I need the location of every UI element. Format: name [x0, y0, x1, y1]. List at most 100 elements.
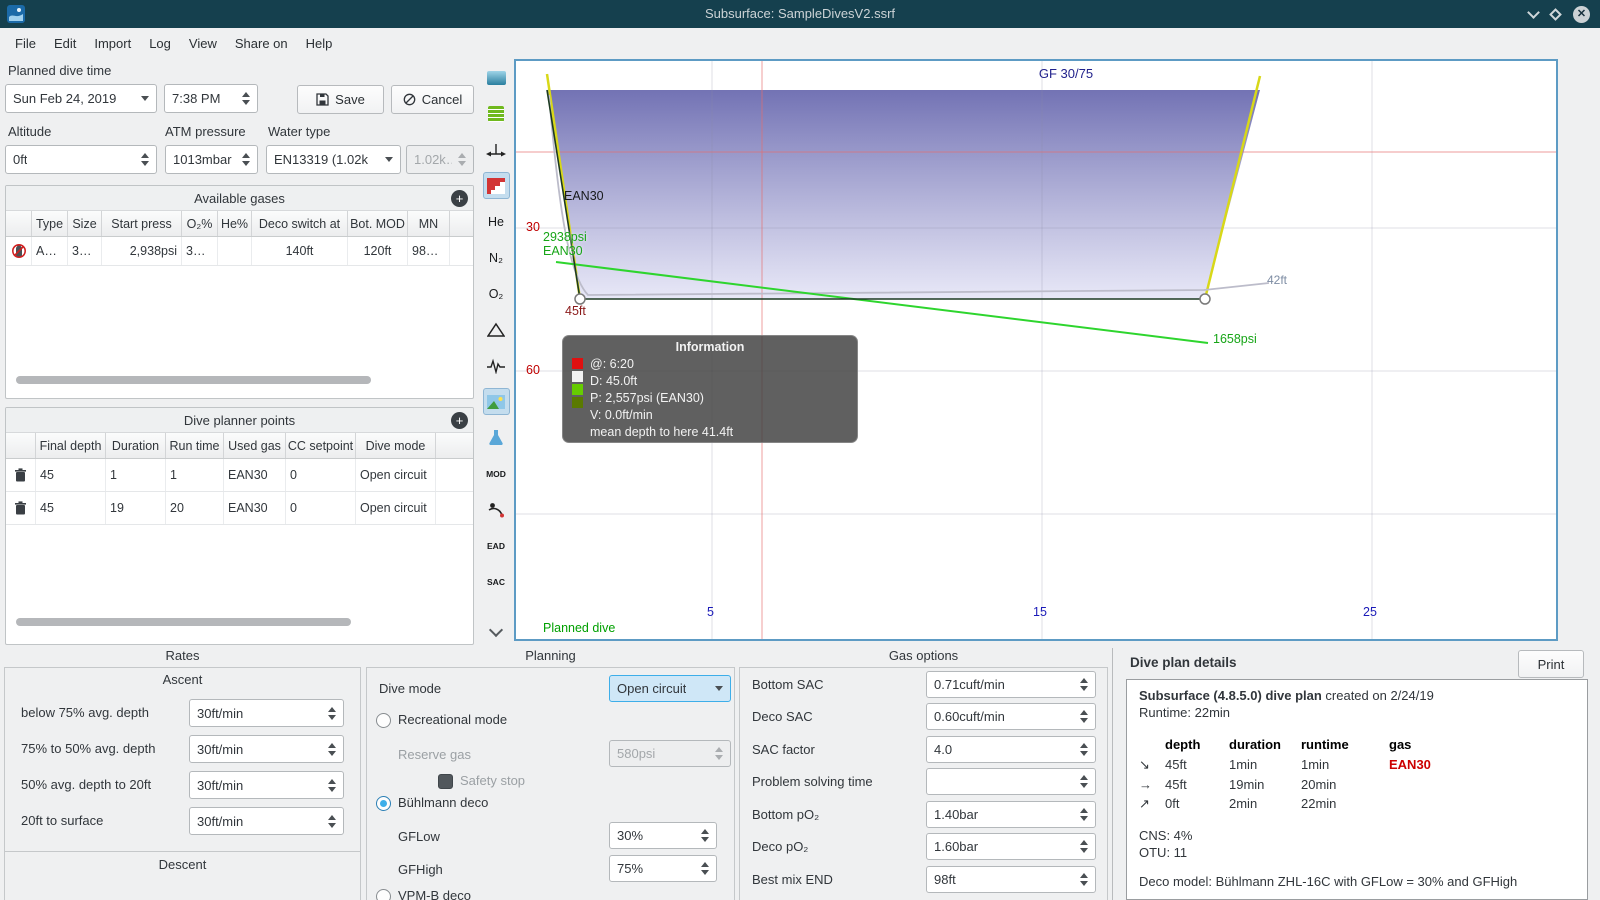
points-col-dive-mode[interactable]: Dive mode — [356, 433, 436, 458]
spin-arrows[interactable] — [1074, 710, 1088, 723]
pp-he-icon[interactable]: He — [483, 208, 510, 235]
menu-share-on[interactable]: Share on — [226, 32, 297, 55]
bottom-sac-spinbox[interactable]: 0.71cuft/min — [926, 671, 1096, 698]
cancel-button[interactable]: Cancel — [391, 85, 474, 114]
safety-stop-checkbox[interactable] — [438, 774, 453, 789]
sac-icon[interactable]: SAC — [483, 568, 510, 595]
maximize-icon[interactable] — [1549, 7, 1562, 21]
spin-arrows[interactable] — [1074, 808, 1088, 821]
planner-handle[interactable] — [574, 293, 586, 305]
points-col-used-gas[interactable]: Used gas — [224, 433, 286, 458]
tissues-icon[interactable] — [483, 424, 510, 451]
menu-view[interactable]: View — [180, 32, 226, 55]
delete-point-icon[interactable] — [6, 492, 36, 524]
planner-point-row[interactable]: 45 19 20 EAN30 0 Open circuit — [6, 492, 473, 525]
gflow-spinbox[interactable]: 30% — [609, 822, 717, 849]
spin-arrows[interactable] — [1074, 840, 1088, 853]
spin-arrows[interactable] — [236, 92, 250, 105]
delete-gas-icon[interactable] — [6, 237, 32, 265]
deco-sac-spinbox[interactable]: 0.60cuft/min — [926, 703, 1096, 730]
sac-factor-spinbox[interactable]: 4.0 — [926, 736, 1096, 763]
spin-arrows[interactable] — [1074, 678, 1088, 691]
spin-arrows[interactable] — [695, 829, 709, 842]
spin-arrows[interactable] — [236, 153, 250, 166]
time-ruler-icon[interactable] — [483, 136, 510, 163]
spin-arrows[interactable] — [322, 778, 336, 792]
menu-log[interactable]: Log — [140, 32, 180, 55]
add-point-button[interactable]: + — [451, 412, 468, 429]
menu-file[interactable]: File — [6, 32, 45, 55]
information-tooltip[interactable]: Information @: 6:20 D: 45.0ft P: 2,557ps… — [562, 335, 858, 443]
mod-icon[interactable]: MOD — [483, 460, 510, 487]
dive-time-spinbox[interactable]: 7:38 PM — [164, 84, 258, 113]
menu-import[interactable]: Import — [85, 32, 140, 55]
planner-point-row[interactable]: 45 1 1 EAN30 0 Open circuit — [6, 459, 473, 492]
planner-handle[interactable] — [1199, 293, 1211, 305]
gas-size: 3… — [68, 237, 102, 265]
pp-n2-icon[interactable]: N₂ — [483, 244, 510, 271]
points-col-icon — [6, 433, 36, 458]
points-horizontal-scrollbar[interactable] — [16, 618, 351, 626]
profile-scale-icon[interactable] — [483, 100, 510, 127]
save-button[interactable]: Save — [297, 85, 384, 114]
spin-arrows[interactable] — [695, 862, 709, 875]
spin-arrows[interactable] — [1074, 775, 1088, 788]
gases-horizontal-scrollbar[interactable] — [16, 376, 371, 384]
print-button[interactable]: Print — [1518, 650, 1584, 678]
heart-rate-icon[interactable] — [483, 352, 510, 379]
calculated-ceiling-icon[interactable] — [482, 172, 510, 199]
gas-table-row[interactable]: A… 3… 2,938psi 3… 140ft 120ft 98… — [6, 237, 473, 266]
gases-col-start-press[interactable]: Start press — [102, 211, 182, 236]
menu-help[interactable]: Help — [297, 32, 342, 55]
close-icon[interactable]: ✕ — [1573, 5, 1590, 23]
depth-tick-60: 60 — [526, 363, 540, 377]
rate-spinbox-0[interactable]: 30ft/min — [189, 699, 344, 727]
spin-arrows[interactable] — [322, 706, 336, 720]
problem-solving-time-spinbox[interactable] — [926, 768, 1096, 795]
spin-arrows[interactable] — [1074, 873, 1088, 886]
show-photos-icon[interactable] — [482, 388, 510, 415]
spin-arrows[interactable] — [322, 742, 336, 756]
pp-o2-icon[interactable]: O₂ — [483, 280, 510, 307]
spin-arrows[interactable] — [135, 153, 149, 166]
points-col-final-depth[interactable]: Final depth — [36, 433, 106, 458]
gases-col-deco-switch[interactable]: Deco switch at — [252, 211, 348, 236]
atm-pressure-spinbox[interactable]: 1013mbar — [165, 145, 258, 174]
gases-col-type[interactable]: Type — [32, 211, 68, 236]
gases-col-bot-mod[interactable]: Bot. MOD — [348, 211, 408, 236]
delete-point-icon[interactable] — [6, 459, 36, 491]
segment-runtime: 22min — [1301, 796, 1337, 812]
gfhigh-spinbox[interactable]: 75% — [609, 855, 717, 882]
minimize-icon[interactable] — [1527, 5, 1540, 19]
best-mix-end-spinbox[interactable]: 98ft — [926, 866, 1096, 893]
profile-zoom-icon[interactable] — [483, 64, 510, 91]
gases-col-o2[interactable]: O₂% — [182, 211, 218, 236]
altitude-spinbox[interactable]: 0ft — [5, 145, 157, 174]
gases-col-mnd[interactable]: MN — [408, 211, 450, 236]
buhlmann-deco-radio[interactable] — [376, 796, 391, 811]
menu-edit[interactable]: Edit — [45, 32, 85, 55]
dive-mode-combobox[interactable]: Open circuit — [609, 675, 731, 702]
bottom-po2-spinbox[interactable]: 1.40bar — [926, 801, 1096, 828]
ead-icon[interactable]: EAD — [483, 532, 510, 559]
rate-spinbox-3[interactable]: 30ft/min — [189, 807, 344, 835]
dc-ceiling-icon[interactable] — [483, 316, 510, 343]
add-gas-button[interactable]: + — [451, 190, 468, 207]
dive-profile-chart[interactable]: GF 30/75 EAN30 2938psi EAN30 45ft 42ft 1… — [514, 59, 1558, 641]
ndl-tts-icon[interactable] — [483, 496, 510, 523]
gases-col-size[interactable]: Size — [68, 211, 102, 236]
gases-col-he[interactable]: He% — [218, 211, 252, 236]
recreational-mode-radio[interactable] — [376, 713, 391, 728]
rate-spinbox-2[interactable]: 30ft/min — [189, 771, 344, 799]
points-col-cc-setpoint[interactable]: CC setpoint — [286, 433, 356, 458]
dive-date-combobox[interactable]: Sun Feb 24, 2019 — [5, 84, 157, 113]
collapse-toolbar-icon[interactable] — [488, 622, 504, 638]
spin-arrows[interactable] — [322, 814, 336, 828]
vpmb-deco-radio[interactable] — [376, 889, 391, 900]
water-type-combobox[interactable]: EN13319 (1.02k — [266, 145, 401, 174]
rate-spinbox-1[interactable]: 30ft/min — [189, 735, 344, 763]
deco-po2-spinbox[interactable]: 1.60bar — [926, 833, 1096, 860]
points-col-run-time[interactable]: Run time — [166, 433, 224, 458]
spin-arrows[interactable] — [1074, 743, 1088, 756]
points-col-duration[interactable]: Duration — [106, 433, 166, 458]
